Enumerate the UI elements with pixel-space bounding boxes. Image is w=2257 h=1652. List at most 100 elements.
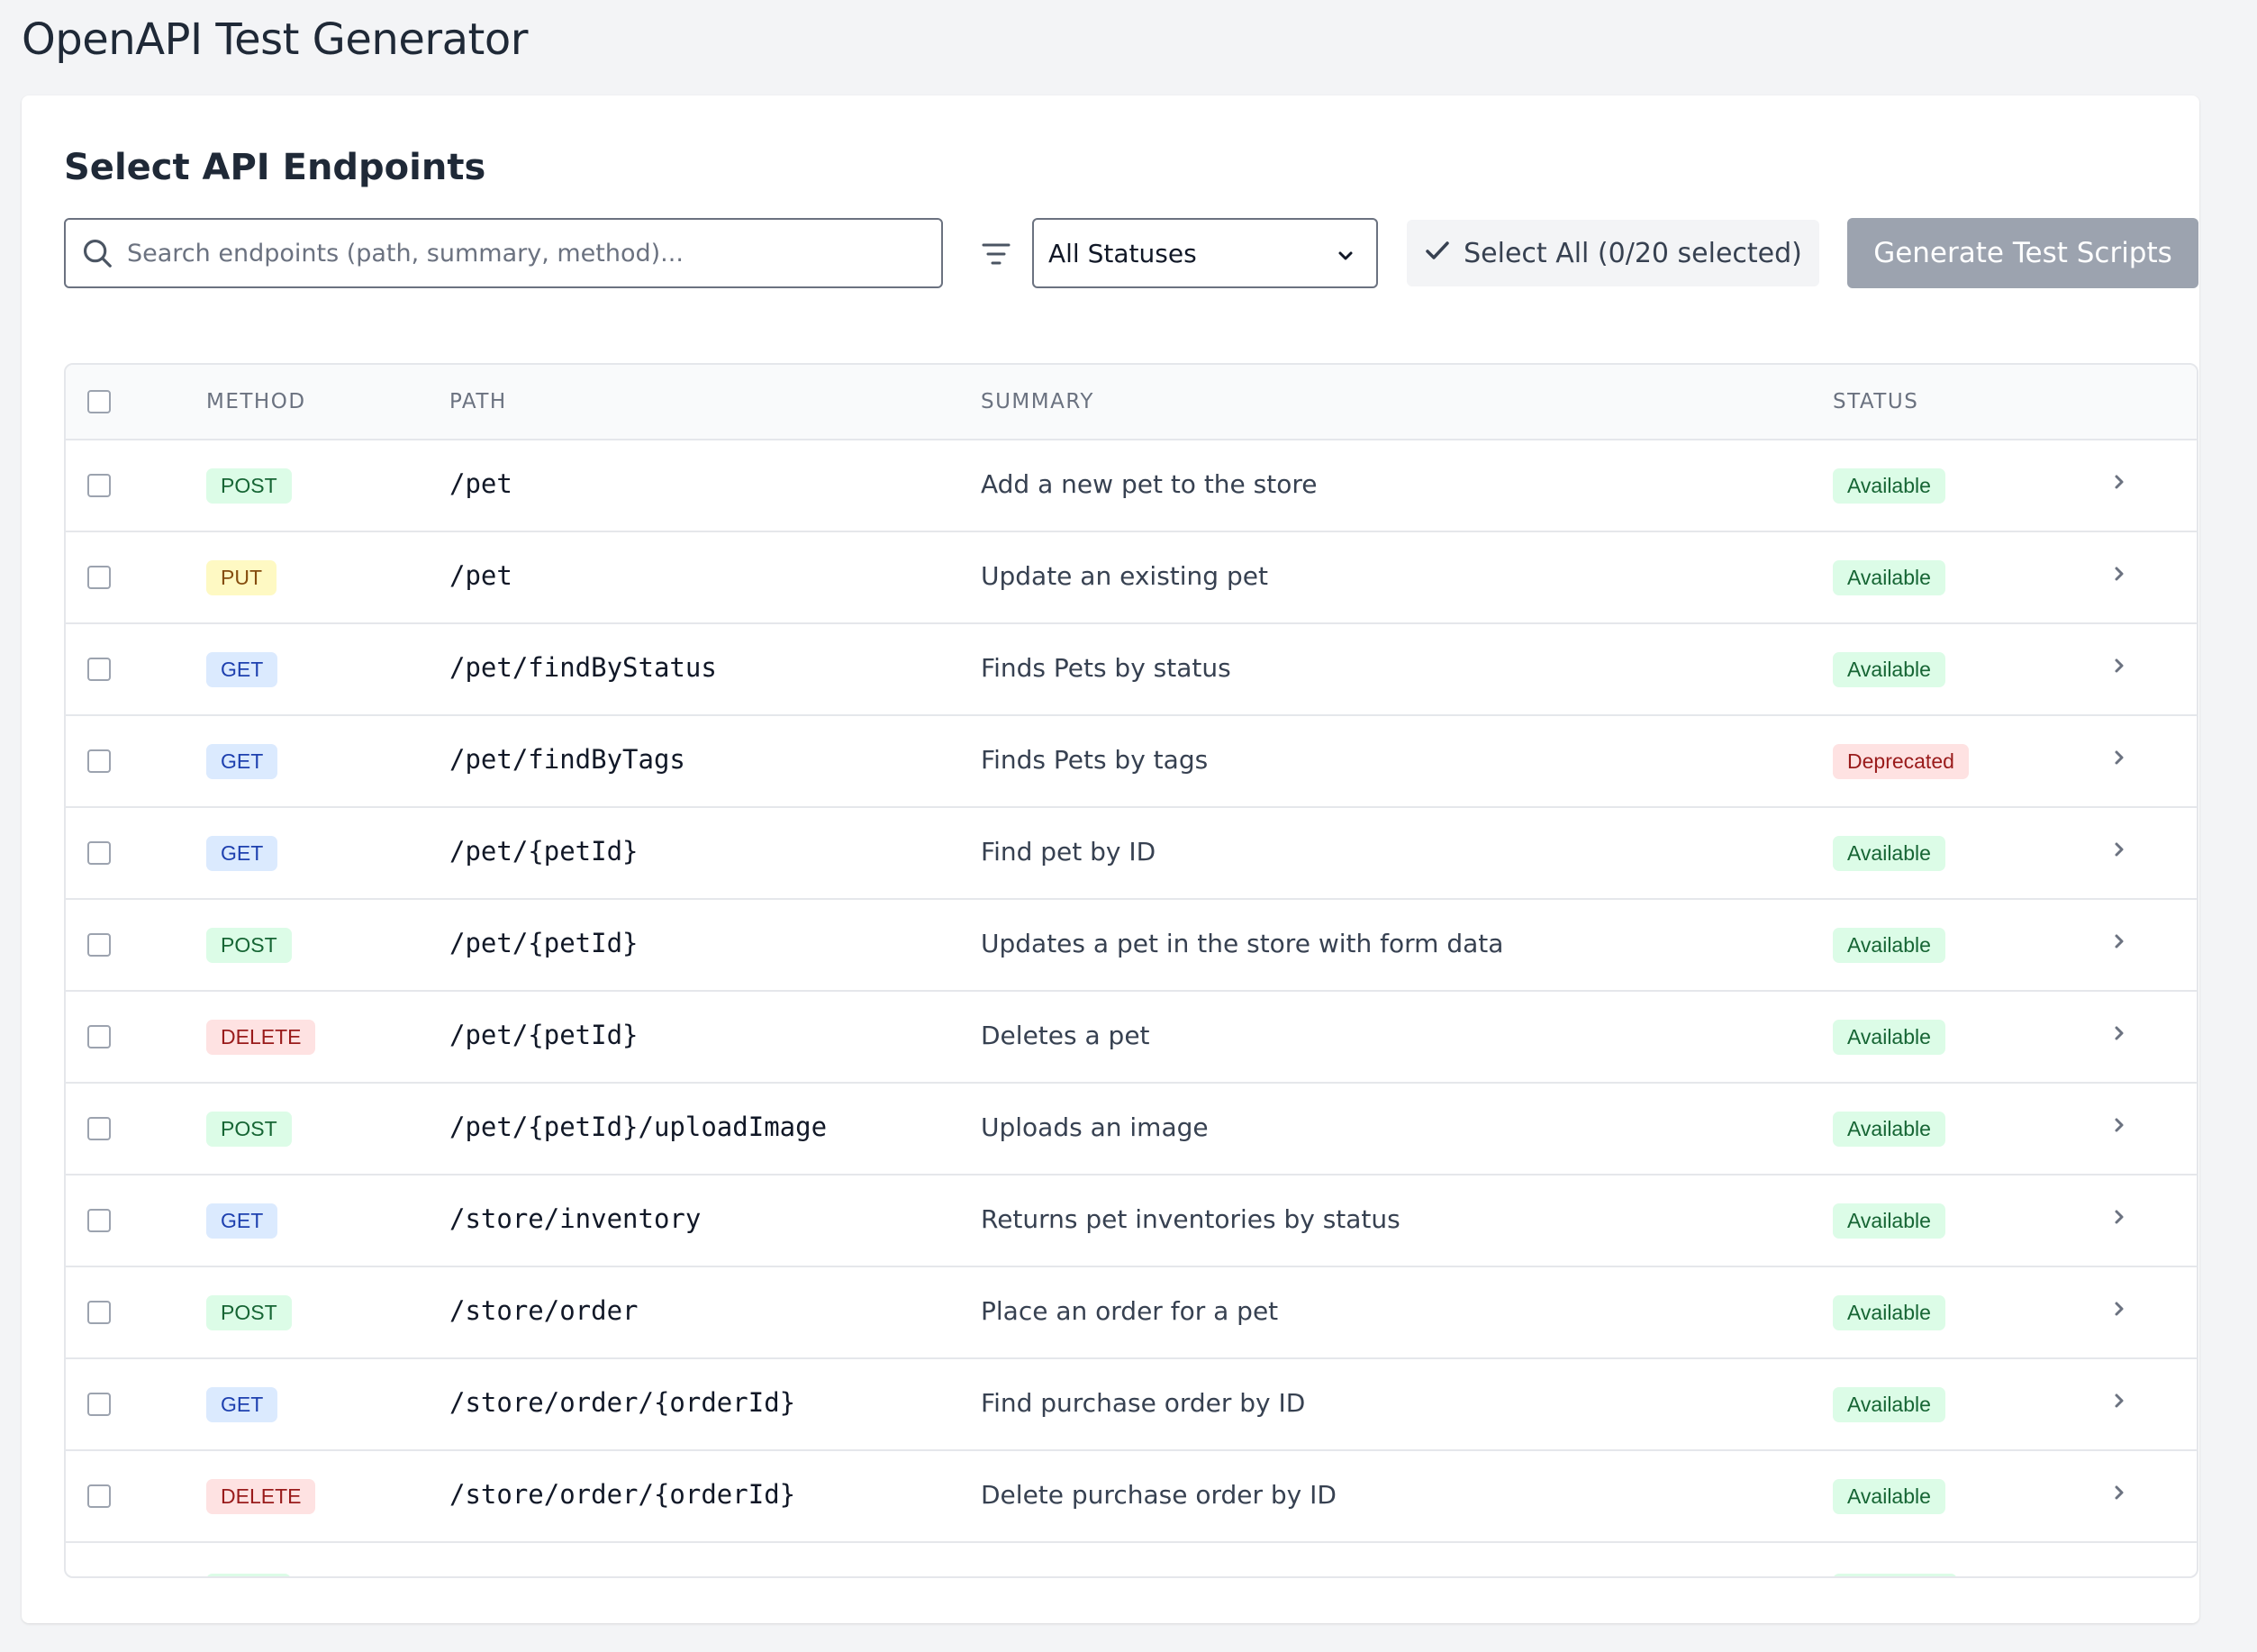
filter-icon[interactable] [978, 238, 1014, 270]
table-row[interactable]: GET/store/inventory Returns pet inventori… [66, 1175, 2197, 1267]
chevron-right-icon[interactable] [2112, 1020, 2126, 1049]
endpoint-summary: Update an existing pet [981, 560, 1268, 591]
table-row[interactable]: POST/pet Add a new pet to the store Availa… [66, 440, 2197, 532]
endpoint-summary: Finds Pets by tags [981, 744, 1209, 775]
chevron-right-icon[interactable] [2112, 1295, 2126, 1325]
status-badge: Available [1833, 1111, 1945, 1147]
endpoint-path: /pet/findByStatus [449, 652, 717, 683]
generate-label: Generate Test Scripts [1873, 237, 2172, 269]
method-badge: POST [206, 1294, 292, 1330]
status-badge: Deprecated [1833, 743, 1969, 779]
table-row[interactable]: DELETE/pet/{petId} Deletes a pet Available [66, 992, 2197, 1084]
row-checkbox[interactable] [87, 841, 111, 865]
row-checkbox[interactable] [87, 566, 111, 589]
chevron-down-icon [1337, 239, 1355, 268]
generate-test-scripts-button[interactable]: Generate Test Scripts [1847, 218, 2198, 288]
endpoint-summary: Uploads an image [981, 1112, 1209, 1142]
status-badge: Available [1833, 651, 1945, 687]
select-all-button[interactable]: Select All (0/20 selected) [1407, 220, 1819, 286]
method-badge: GET [206, 651, 278, 687]
row-checkbox[interactable] [87, 658, 111, 681]
chevron-right-icon[interactable] [2112, 1387, 2126, 1417]
status-filter-value: All Statuses [1048, 238, 1197, 268]
status-filter-select[interactable]: All Statuses [1032, 218, 1378, 288]
endpoint-summary: Deletes a pet [981, 1020, 1150, 1050]
endpoint-path: /pet/{petId} [449, 836, 639, 867]
endpoint-summary: Place an order for a pet [981, 1295, 1279, 1326]
chevron-right-icon[interactable] [2112, 928, 2126, 958]
endpoint-summary: Finds Pets by status [981, 652, 1231, 683]
method-badge: DELETE [206, 1478, 316, 1514]
status-badge: Available [1833, 927, 1945, 963]
row-checkbox[interactable] [87, 1117, 111, 1140]
table-header: METHOD PATH SUMMARY STATUS [66, 365, 2197, 440]
row-checkbox[interactable] [87, 1301, 111, 1324]
method-badge [206, 1574, 291, 1576]
row-checkbox[interactable] [87, 1393, 111, 1416]
chevron-right-icon[interactable] [2112, 836, 2126, 866]
endpoint-path: /store/order [449, 1295, 639, 1326]
table-row[interactable]: GET/store/order/{orderId} Find purchase o… [66, 1359, 2197, 1451]
endpoint-selection-card: Select API Endpoints All Statuses [22, 95, 2199, 1623]
chevron-right-icon[interactable] [2112, 1112, 2126, 1141]
endpoint-path: /pet [449, 560, 512, 591]
status-badge [1833, 1574, 1957, 1576]
row-checkbox[interactable] [87, 1484, 111, 1508]
endpoints-table: METHOD PATH SUMMARY STATUS POST/pet Add a… [64, 363, 2198, 1578]
endpoint-summary: Returns pet inventories by status [981, 1203, 1400, 1234]
chevron-right-icon[interactable] [2112, 652, 2126, 682]
chevron-right-icon[interactable] [2112, 1203, 2126, 1233]
search-input[interactable] [123, 220, 941, 286]
row-checkbox[interactable] [87, 1577, 111, 1578]
column-header-status: STATUS [1833, 390, 1919, 413]
row-checkbox[interactable] [87, 474, 111, 497]
row-checkbox[interactable] [87, 933, 111, 957]
chevron-right-icon[interactable] [2112, 468, 2126, 498]
endpoint-summary: Find pet by ID [981, 836, 1156, 867]
endpoint-path: /pet [449, 468, 512, 499]
section-title: Select API Endpoints [64, 147, 486, 188]
method-badge: PUT [206, 559, 276, 595]
chevron-right-icon[interactable] [2112, 560, 2126, 590]
column-header-method: METHOD [206, 390, 306, 413]
endpoint-summary: Add a new pet to the store [981, 468, 1318, 499]
endpoint-path: /store/inventory [449, 1203, 702, 1234]
check-icon [1424, 238, 1451, 269]
table-row[interactable]: POST/pet/{petId}/uploadImage Uploads an i… [66, 1084, 2197, 1175]
status-badge: Available [1833, 467, 1945, 504]
row-checkbox[interactable] [87, 1025, 111, 1048]
search-icon [66, 236, 123, 270]
status-badge: Available [1833, 1019, 1945, 1055]
method-badge: POST [206, 467, 292, 504]
table-row[interactable]: PUT/pet Update an existing pet Available [66, 532, 2197, 624]
select-all-checkbox[interactable] [87, 390, 111, 413]
table-row[interactable]: GET/pet/findByTags Finds Pets by tags Depr… [66, 716, 2197, 808]
endpoint-summary: Updates a pet in the store with form dat… [981, 928, 1504, 958]
row-checkbox[interactable] [87, 749, 111, 773]
app-title: OpenAPI Test Generator [22, 14, 528, 65]
table-row[interactable]: GET/pet/findByStatus Finds Pets by status… [66, 624, 2197, 716]
endpoint-path: /pet/{petId}/uploadImage [449, 1112, 828, 1142]
table-row[interactable]: DELETE/store/order/{orderId} Delete purch… [66, 1451, 2197, 1543]
status-badge: Available [1833, 835, 1945, 871]
endpoint-path: /store/order/{orderId} [449, 1387, 796, 1418]
table-row[interactable]: POST/store/order Place an order for a pet… [66, 1267, 2197, 1359]
table-row[interactable]: POST/pet/{petId} Updates a pet in the sto… [66, 900, 2197, 992]
endpoint-path: /pet/{petId} [449, 1020, 639, 1050]
row-checkbox[interactable] [87, 1209, 111, 1232]
endpoint-path: /pet/{petId} [449, 928, 639, 958]
column-header-path: PATH [449, 390, 507, 413]
search-box[interactable] [64, 218, 943, 288]
method-badge: GET [206, 1203, 278, 1239]
method-badge: GET [206, 1386, 278, 1422]
chevron-right-icon[interactable] [2112, 744, 2126, 774]
chevron-right-icon[interactable] [2112, 1479, 2126, 1509]
status-badge: Available [1833, 1386, 1945, 1422]
select-all-label: Select All (0/20 selected) [1464, 237, 1802, 269]
method-badge: POST [206, 1111, 292, 1147]
table-body: POST/pet Add a new pet to the store Availa… [66, 440, 2197, 1578]
table-row[interactable]: GET/pet/{petId} Find pet by ID Available [66, 808, 2197, 900]
column-header-summary: SUMMARY [981, 390, 1094, 413]
endpoint-path: /store/order/{orderId} [449, 1479, 796, 1510]
status-badge: Available [1833, 1478, 1945, 1514]
